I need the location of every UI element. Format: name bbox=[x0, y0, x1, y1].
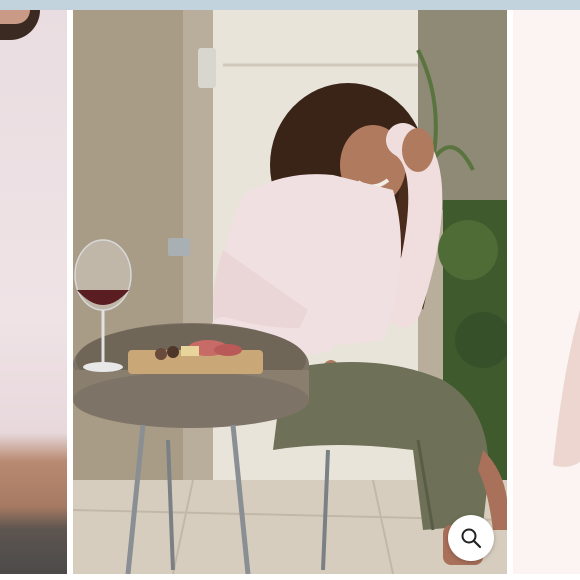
previous-slide-image[interactable] bbox=[0, 10, 67, 574]
search-icon bbox=[461, 528, 482, 549]
product-photo bbox=[73, 10, 507, 574]
next-slide-image[interactable] bbox=[513, 10, 580, 574]
next-slide-photo bbox=[513, 10, 580, 574]
door-hinge bbox=[198, 48, 216, 88]
zoom-button[interactable] bbox=[448, 515, 494, 561]
current-slide-image[interactable] bbox=[73, 10, 507, 574]
top-bar bbox=[0, 0, 580, 10]
